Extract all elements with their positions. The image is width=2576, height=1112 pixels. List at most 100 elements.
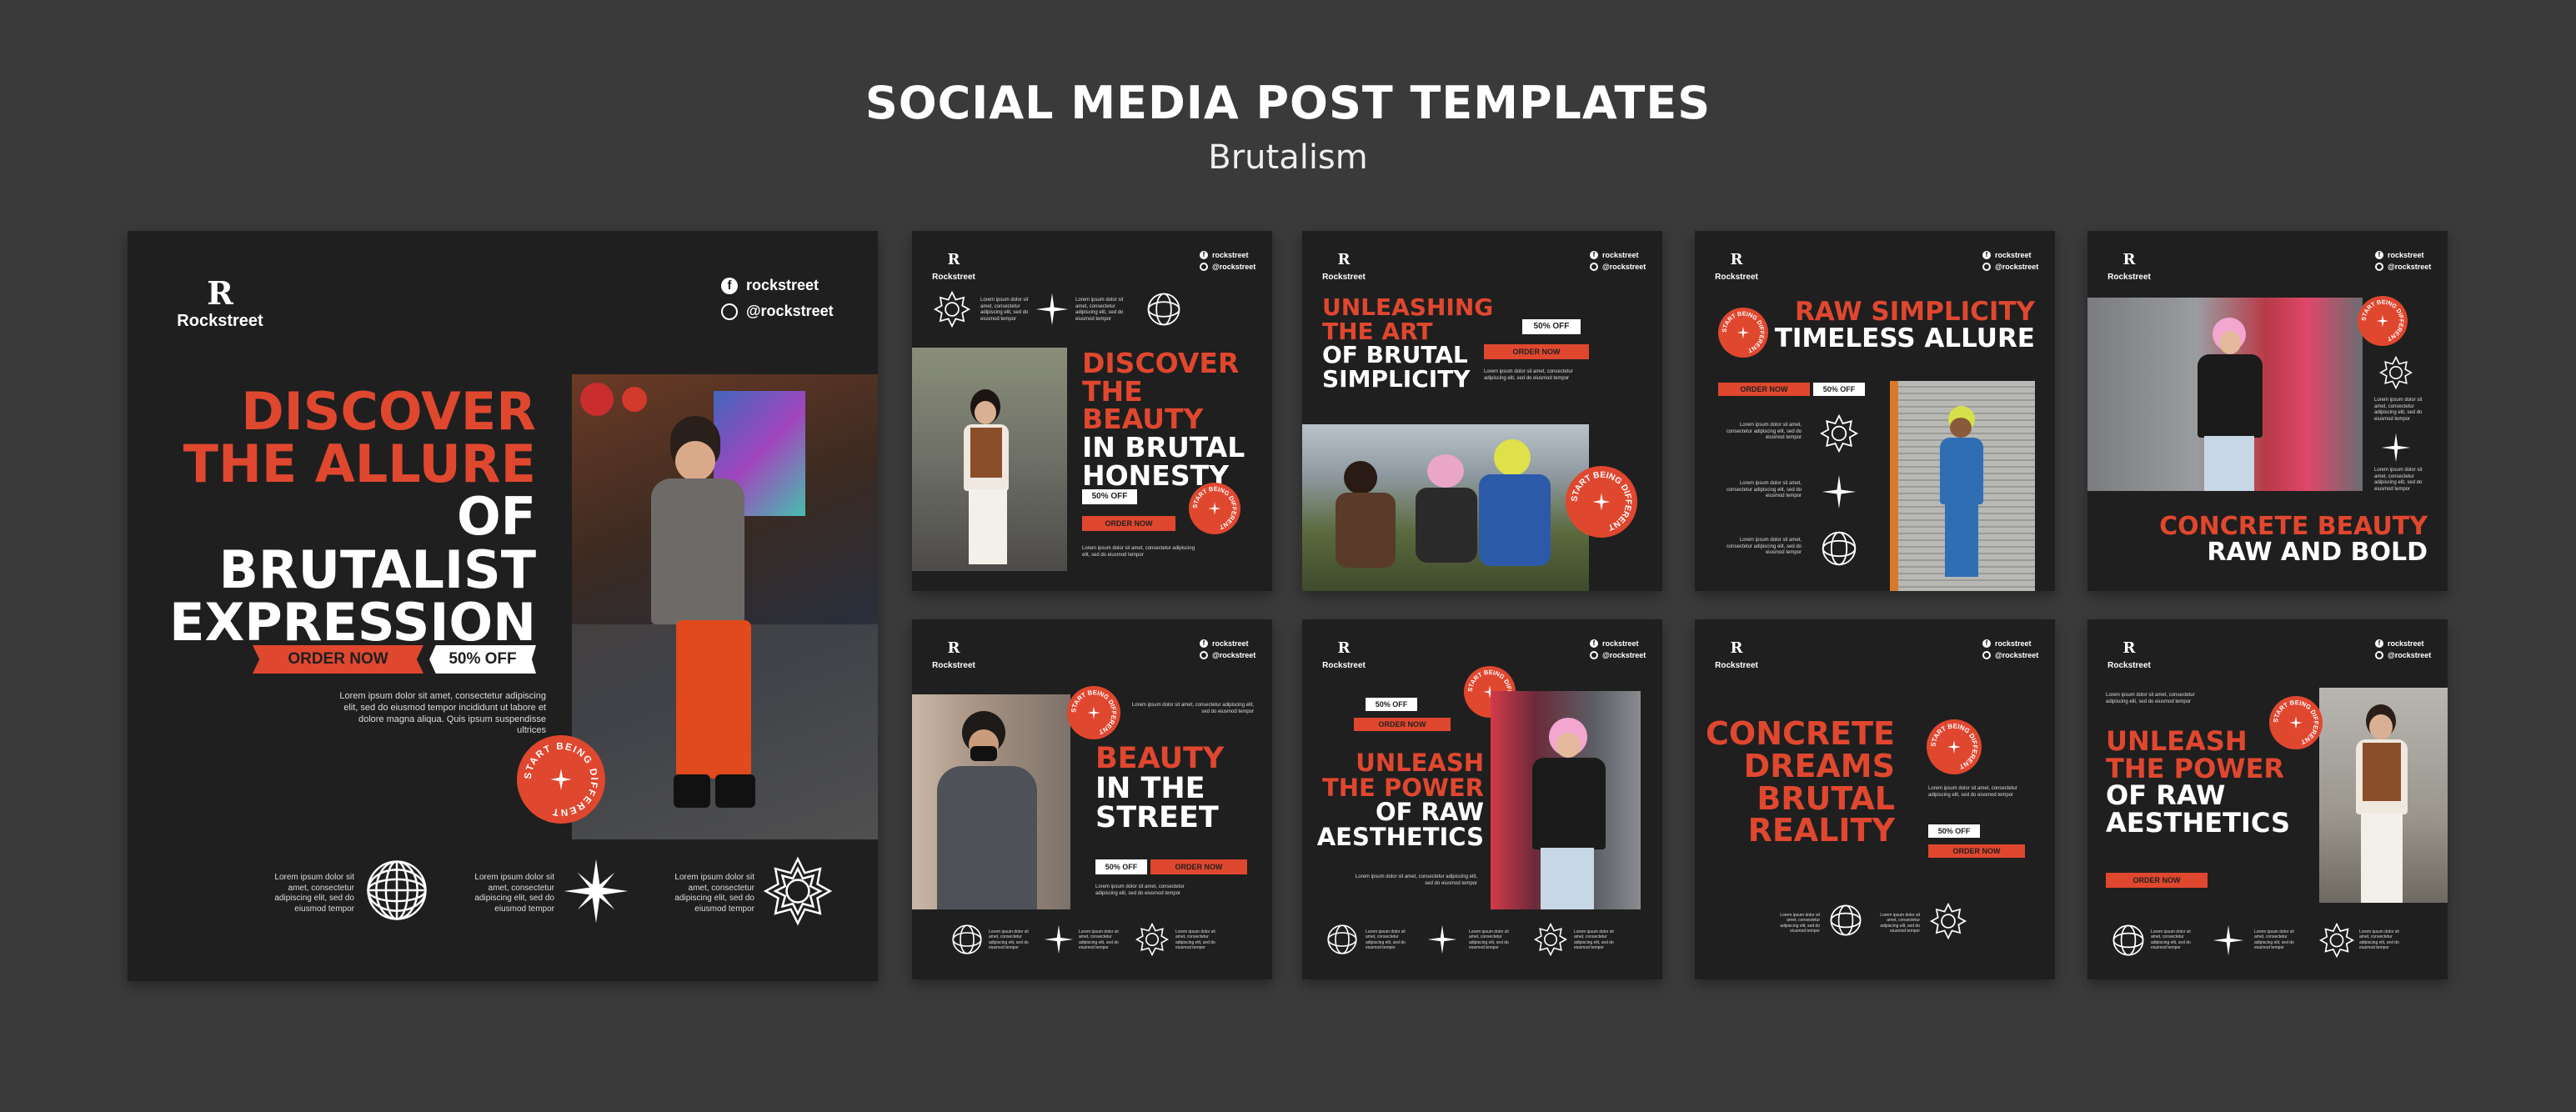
- wavy-sphere-shape: [1820, 529, 1858, 568]
- post-photo: [1491, 691, 1641, 909]
- instagram-icon: o: [1982, 263, 1991, 271]
- post-template-4: R Rockstreet f rockstreet o @rockstreet STAR…: [2087, 231, 2448, 591]
- feature-text: Lorem ipsum dolor sit amet, consectetur …: [2374, 468, 2423, 492]
- card-headline: UNLEASH THE POWER OF RAW AESTHETICS: [1316, 749, 1484, 851]
- facebook-icon: f: [2375, 639, 2383, 648]
- page-subtitle: Brutalism: [1208, 138, 1368, 177]
- post-template-7: R Rockstreet f rockstreet o @rockstreet CONC…: [1695, 619, 2055, 979]
- order-now-button[interactable]: ORDER NOW: [1718, 383, 1810, 396]
- card-headline: CONCRETE BEAUTY RAW AND BOLD: [2159, 512, 2428, 567]
- brand-logo: R Rockstreet: [177, 274, 263, 330]
- social-handles: f rockstreet o @rockstreet: [1590, 639, 1646, 659]
- post-photo: [1302, 424, 1589, 591]
- card-description: Lorem ipsum dolor sit amet, consectetur …: [1484, 369, 1573, 381]
- facebook-icon: f: [1590, 251, 1598, 259]
- facebook-icon: f: [1982, 639, 1991, 648]
- feature-text: Lorem ipsum dolor sit amet, consectetur …: [1075, 298, 1124, 322]
- wavy-sphere-shape: [1828, 903, 1863, 938]
- post-photo: [912, 348, 1067, 571]
- feature-text: Lorem ipsum dolor sit amet, consectetur …: [1880, 913, 1920, 934]
- order-now-button[interactable]: ORDER NOW: [253, 645, 423, 674]
- wavy-burst-shape: [934, 291, 970, 328]
- feature-text: Lorem ipsum dolor sit amet, consectetur …: [1780, 913, 1820, 934]
- hero-photo: [572, 374, 878, 839]
- social-handles: f rockstreet o @rockstreet: [2375, 639, 2431, 659]
- post-template-5: R Rockstreet f rockstreet o @rockstreet STAR…: [912, 619, 1272, 979]
- post-photo: [1890, 381, 2035, 591]
- instagram-icon: o: [1200, 651, 1208, 659]
- post-template-6: R Rockstreet f rockstreet o @rockstreet 50% …: [1302, 619, 1662, 979]
- post-template-main: R Rockstreet f rockstreet o @rockstreet DI…: [128, 231, 878, 981]
- card-description: Lorem ipsum dolor sit amet, consectetur …: [1082, 546, 1195, 558]
- order-now-button[interactable]: ORDER NOW: [1150, 859, 1247, 874]
- social-handles: f rockstreet o @rockstreet: [1200, 639, 1255, 659]
- start-being-different-badge: START BEING DIFFERENT: [2358, 296, 2408, 346]
- card-description: Lorem ipsum dolor sit amet, consectetur …: [1095, 884, 1185, 896]
- order-now-button[interactable]: ORDER NOW: [1354, 718, 1451, 731]
- card-description: Lorem ipsum dolor sit amet, consectetur …: [2106, 693, 2195, 704]
- facebook-icon: f: [1200, 639, 1208, 648]
- feature-text: Lorem ipsum dolor sit amet, consectetur …: [980, 298, 1029, 322]
- start-being-different-badge: START BEING DIFFERENT: [2269, 696, 2323, 749]
- feature-text-2: Lorem ipsum dolor sit amet, consectetur …: [474, 873, 554, 914]
- feature-text: Lorem ipsum dolor sit amet, consectetur …: [2151, 929, 2191, 950]
- feature-text: Lorem ipsum dolor sit amet, consectetur …: [1366, 929, 1406, 950]
- card-headline: CONCRETE DREAMS BRUTAL REALITY: [1706, 715, 1895, 849]
- order-now-button[interactable]: ORDER NOW: [2106, 873, 2208, 888]
- card-headline: BEAUTY IN THE STREET: [1095, 742, 1225, 835]
- feature-text: Lorem ipsum dolor sit amet, consectetur …: [1469, 929, 1509, 950]
- post-template-8: R Rockstreet f rockstreet o @rockstreet Lore…: [2087, 619, 2448, 979]
- feature-text: Lorem ipsum dolor sit amet, consectetur …: [1726, 423, 1802, 440]
- instagram-icon: o: [2375, 263, 2383, 271]
- start-being-different-badge: START BEING DIFFERENT: [1718, 308, 1768, 358]
- feature-text: Lorem ipsum dolor sit amet, consectetur …: [989, 929, 1029, 950]
- feature-text: Lorem ipsum dolor sit amet, consectetur …: [2254, 929, 2294, 950]
- wavy-burst-shape: [1820, 414, 1858, 453]
- wavy-sphere-shape: [2111, 923, 2146, 958]
- order-now-button[interactable]: ORDER NOW: [1082, 516, 1175, 531]
- brand-logo: R Rockstreet: [2107, 639, 2151, 670]
- facebook-icon: f: [1982, 251, 1991, 259]
- start-being-different-badge: START BEING DIFFERENT: [1566, 466, 1637, 538]
- instagram-icon: o: [721, 303, 738, 320]
- brand-logo: R Rockstreet: [932, 639, 975, 670]
- feature-text-1: Lorem ipsum dolor sit amet, consectetur …: [274, 873, 354, 914]
- page-title: SOCIAL MEDIA POST TEMPLATES: [865, 77, 1711, 129]
- order-now-button[interactable]: ORDER NOW: [1484, 344, 1589, 359]
- feature-text: Lorem ipsum dolor sit amet, consectetur …: [1726, 538, 1802, 555]
- instagram-icon: o: [2375, 651, 2383, 659]
- order-now-button[interactable]: ORDER NOW: [1928, 844, 2025, 858]
- social-handles: f rockstreet o @rockstreet: [1200, 251, 1255, 271]
- feature-text-3: Lorem ipsum dolor sit amet, consectetur …: [674, 873, 754, 914]
- four-point-star-shape: [2213, 924, 2244, 956]
- facebook-icon: f: [721, 277, 738, 294]
- brand-logo: R Rockstreet: [932, 251, 975, 282]
- card-description: Lorem ipsum dolor sit amet, consectetur …: [1131, 703, 1254, 714]
- post-template-1: R Rockstreet f rockstreet o @rockstreet Lore…: [912, 231, 1272, 591]
- social-handles: f rockstreet o @rockstreet: [1982, 251, 2038, 271]
- feature-text: Lorem ipsum dolor sit amet, consectetur …: [1175, 929, 1215, 950]
- feature-text: Lorem ipsum dolor sit amet, consectetur …: [2374, 398, 2423, 422]
- start-being-different-badge: START BEING DIFFERENT: [1189, 483, 1240, 534]
- card-headline: UNLEASHING THE ART OF BRUTAL SIMPLICITY: [1322, 293, 1494, 393]
- four-point-star-shape: [1035, 293, 1069, 326]
- start-being-different-badge: START BEING DIFFERENT: [517, 735, 605, 824]
- feature-text: Lorem ipsum dolor sit amet, consectetur …: [2359, 929, 2399, 950]
- brand-logo: R Rockstreet: [1715, 639, 1758, 670]
- wavy-burst-shape: [1930, 903, 1967, 939]
- wavy-sphere-shape: [1326, 923, 1359, 956]
- discount-tag: 50% OFF: [429, 645, 536, 674]
- discount-tag: 50% OFF: [1928, 824, 1980, 838]
- post-photo: [2087, 298, 2363, 491]
- four-point-star-shape: [1427, 924, 1457, 954]
- wavy-burst-shape: [1534, 923, 1567, 956]
- social-handles: f rockstreet o @rockstreet: [721, 277, 834, 320]
- discount-tag: 50% OFF: [1366, 698, 1417, 711]
- card-headline: RAW SIMPLICITY TIMELESS ALLURE: [1774, 297, 2035, 353]
- main-headline: DISCOVER THE ALLURE OF BRUTALIST EXPRESS…: [169, 381, 536, 653]
- post-photo: [2319, 688, 2448, 903]
- four-point-star-shape: [1822, 474, 1857, 509]
- discount-tag: 50% OFF: [1813, 383, 1865, 396]
- brand-logo: R Rockstreet: [1322, 251, 1366, 282]
- wavy-burst-shape: [1135, 923, 1169, 956]
